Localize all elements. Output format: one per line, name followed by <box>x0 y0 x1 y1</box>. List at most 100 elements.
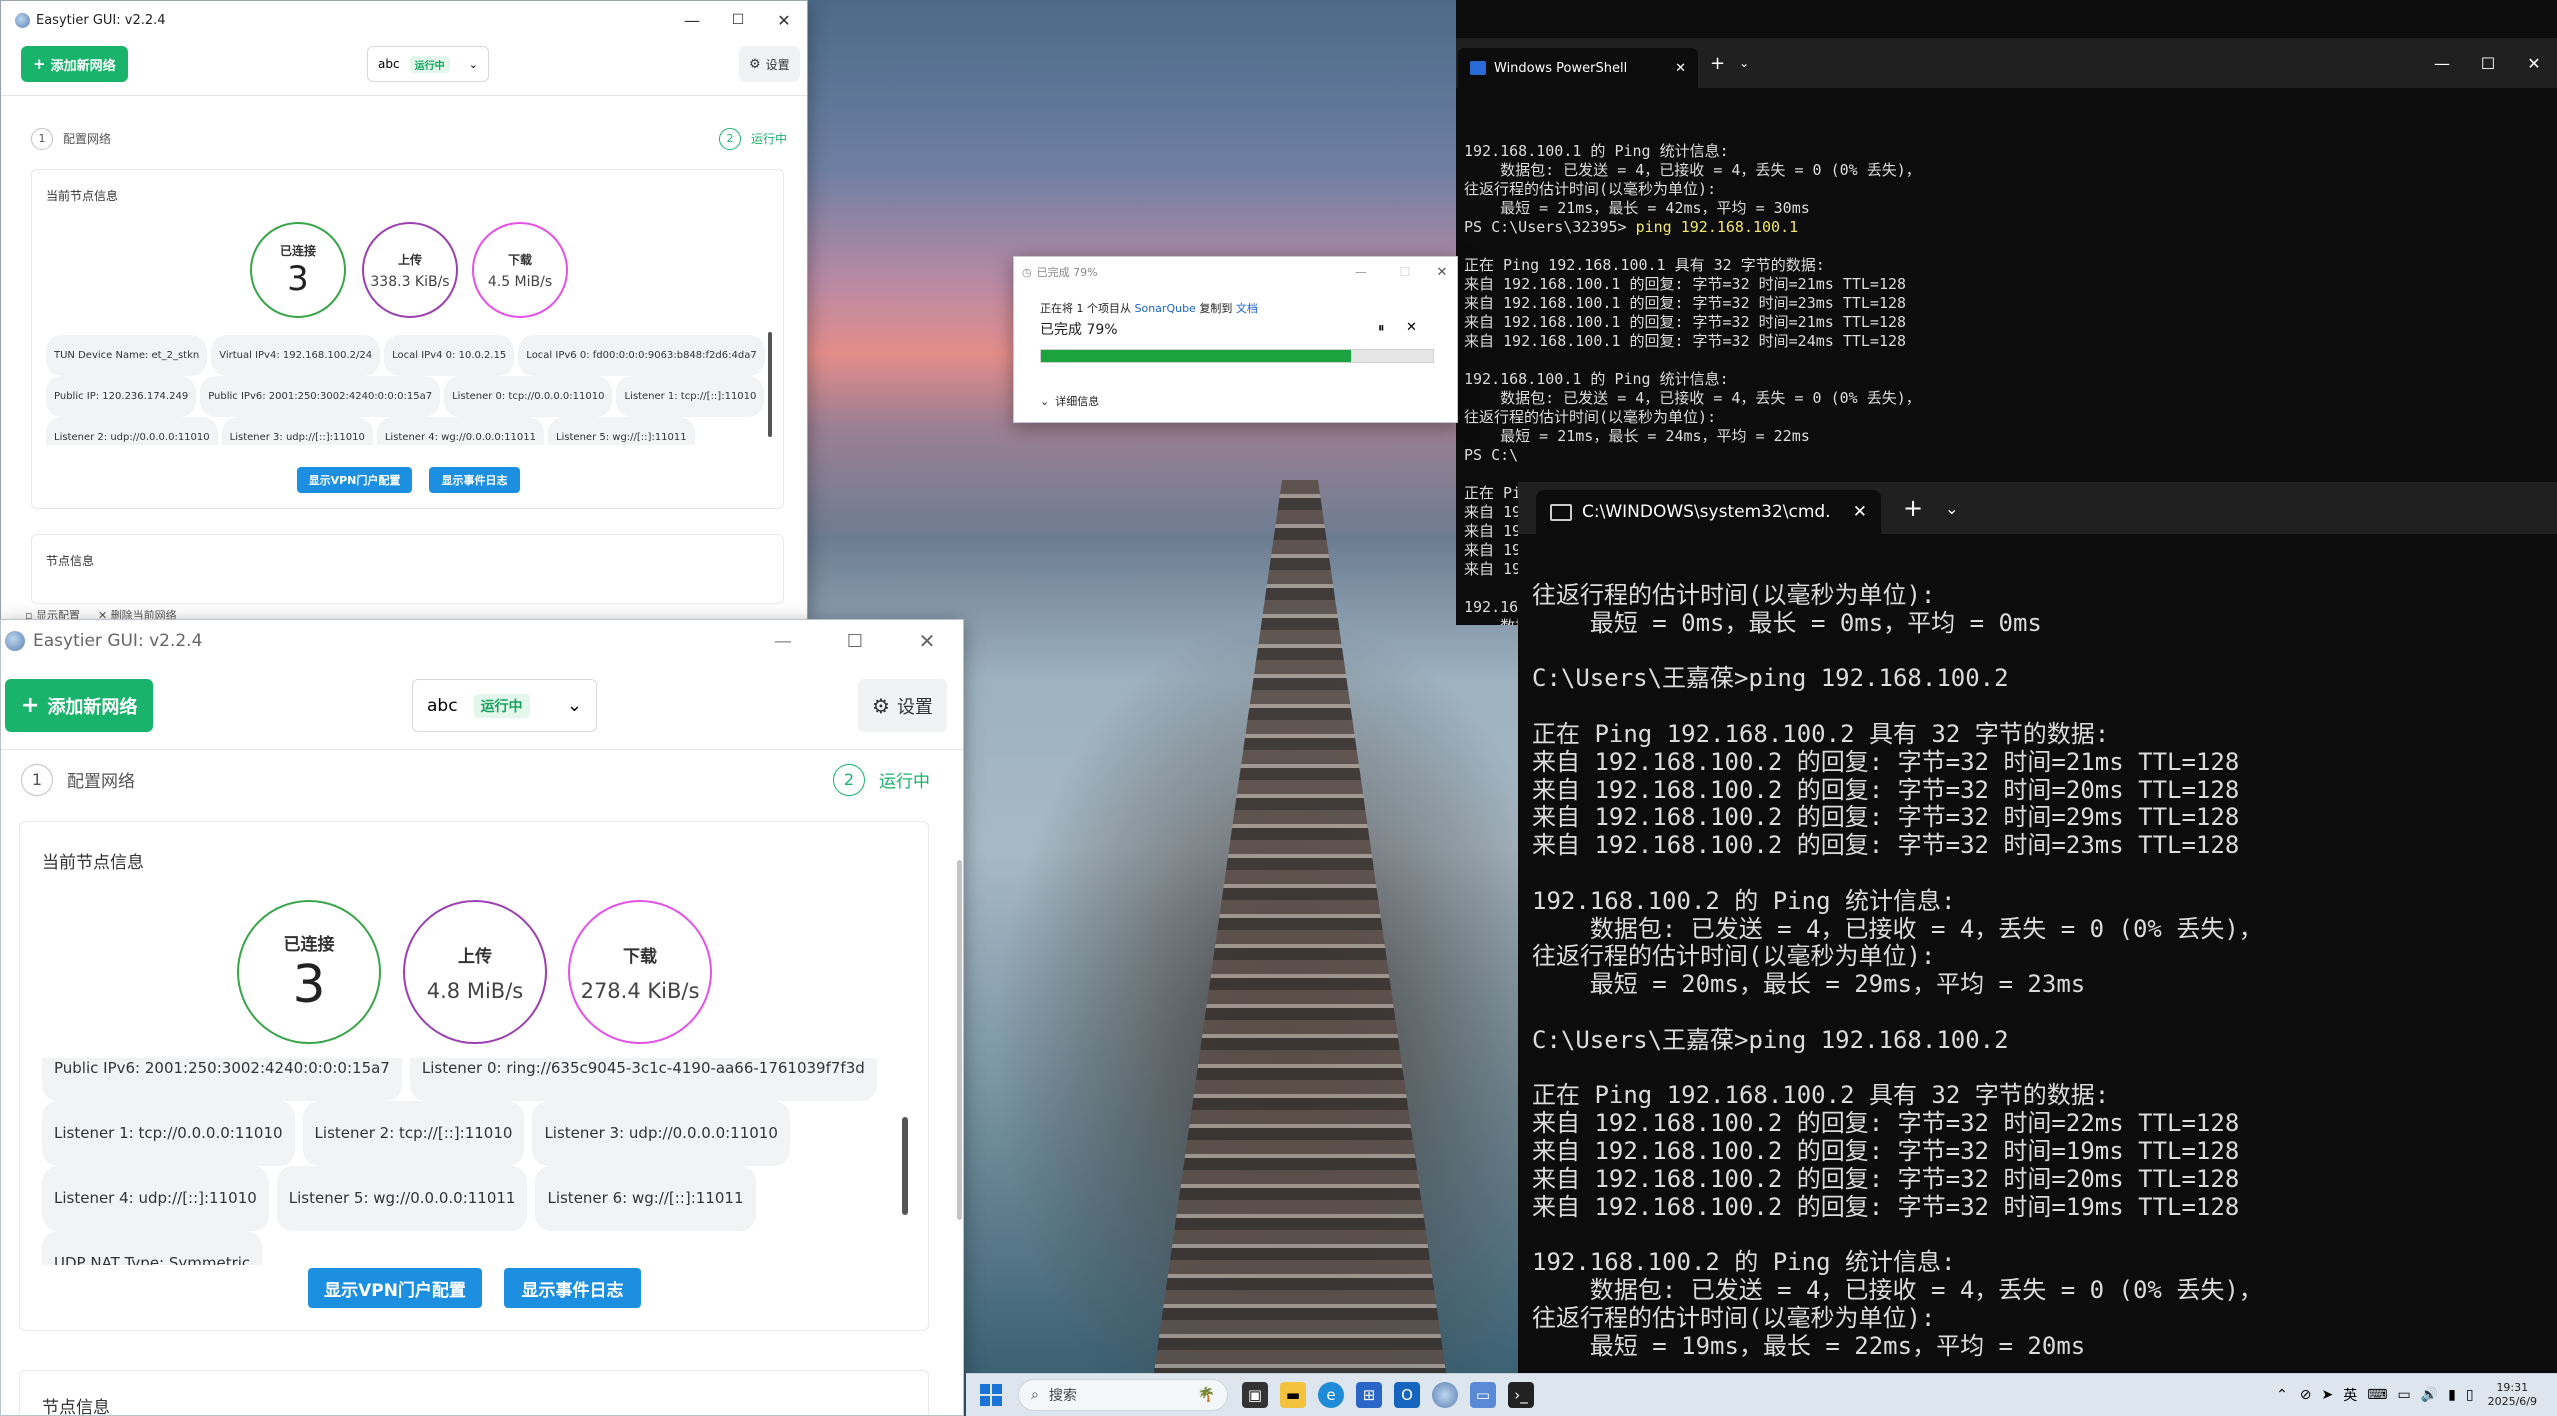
file-explorer-icon[interactable]: ▬ <box>1280 1382 1306 1408</box>
chip-udp-nat-type: UDP NAT Type: Symmetric <box>42 1231 263 1265</box>
settings-button[interactable]: ⚙ 设置 <box>858 679 947 732</box>
chip-virtual-ipv4: Virtual IPv4: 192.168.100.2/24 <box>211 335 381 376</box>
terminal-icon[interactable]: ›_ <box>1508 1382 1534 1408</box>
tray-send-icon[interactable]: ➤ <box>2322 1387 2334 1403</box>
task-view-icon[interactable]: ▣ <box>1242 1382 1268 1408</box>
step-configure-network[interactable]: 1 配置网络 <box>21 763 135 796</box>
start-windows-icon[interactable] <box>980 1384 1002 1406</box>
chip-public-ipv6: Public IPv6: 2001:250:3002:4240:0:0:0:15… <box>200 376 441 417</box>
cmd-tab[interactable]: C:\WINDOWS\system32\cmd. ✕ <box>1536 490 1881 534</box>
add-network-button[interactable]: + 添加新网络 <box>5 679 154 732</box>
dialog-title: 已完成 79% <box>1036 266 1098 279</box>
chip-local-ipv4: Local IPv4 0: 10.0.2.15 <box>384 335 515 376</box>
show-event-log-button[interactable]: 显示事件日志 <box>429 467 520 493</box>
cmd-icon <box>1550 503 1572 521</box>
outlook-icon[interactable]: O <box>1394 1382 1420 1408</box>
edge-browser-icon[interactable]: e <box>1318 1382 1344 1408</box>
terminal-line: 正在 Ping 192.168.100.2 具有 32 字节的数据: <box>1532 1081 2110 1110</box>
copy-progress-fill <box>1041 350 1351 362</box>
ime-indicator[interactable]: 英 <box>2343 1385 2357 1405</box>
stat-label: 已连接 <box>283 934 335 955</box>
copy-description: 正在将 1 个项目从 SonarQube 复制到 文档 <box>1040 300 1258 316</box>
stat-value: 3 <box>287 258 309 299</box>
tab-dropdown-icon[interactable]: ⌄ <box>1739 56 1749 70</box>
easytier-taskbar-icon[interactable] <box>1432 1382 1458 1408</box>
cmd-window[interactable]: C:\WINDOWS\system32\cmd. ✕ + ⌄ 往返行程的估计时间… <box>1518 444 2557 1373</box>
title-bar[interactable]: Easytier GUI: v2.2.4 — ☐ ✕ <box>1 620 963 662</box>
new-tab-icon[interactable]: + <box>1903 494 1923 522</box>
close-icon[interactable]: ✕ <box>891 620 963 662</box>
step-label: 运行中 <box>750 132 787 146</box>
minimize-icon[interactable]: — <box>1339 257 1383 287</box>
close-icon[interactable]: ✕ <box>2511 54 2557 73</box>
chips-scrollbar[interactable] <box>768 332 772 437</box>
show-vpn-portal-button[interactable]: 显示VPN门户配置 <box>297 467 412 493</box>
step-running[interactable]: 2 运行中 <box>833 763 930 796</box>
minimize-icon[interactable]: — <box>2419 54 2465 73</box>
stat-label: 下载 <box>623 946 657 967</box>
minimize-icon[interactable]: — <box>669 1 715 39</box>
copy-progress-dialog[interactable]: ◷ 已完成 79% — ☐ ✕ 正在将 1 个项目从 SonarQube 复制到… <box>1013 256 1458 423</box>
terminal-line: C:\Users\王嘉葆>ping 192.168.100.2 <box>1532 1025 2009 1054</box>
stat-connected: 已连接 3 <box>237 900 381 1044</box>
terminal-line: 最短 = 0ms，最长 = 0ms，平均 = 0ms <box>1532 608 2042 637</box>
powershell-tab-bar[interactable]: Windows PowerShell ✕ + ⌄ — ☐ ✕ <box>1456 38 2557 88</box>
tray-battery-icon[interactable]: ▮ <box>2448 1387 2456 1403</box>
network-select[interactable]: abc 运行中 ⌄ <box>412 679 597 732</box>
cancel-copy-icon[interactable]: ✕ <box>1406 320 1417 335</box>
terminal-line: 正在 Ping 192.168.100.1 具有 32 字节的数据: <box>1464 256 1825 274</box>
step-running[interactable]: 2 运行中 <box>718 127 787 150</box>
maximize-icon[interactable]: ☐ <box>1383 257 1427 287</box>
dialog-title-bar[interactable]: ◷ 已完成 79% — ☐ ✕ <box>1014 257 1457 287</box>
tray-vpn-icon[interactable]: ⊘ <box>2300 1387 2312 1403</box>
pause-icon[interactable]: ⏸ <box>1378 321 1385 336</box>
tray-keyboard-icon[interactable]: ⌨ <box>2367 1387 2387 1403</box>
step-configure-network[interactable]: 1 配置网络 <box>31 127 111 150</box>
new-tab-icon[interactable]: + <box>1710 53 1725 74</box>
maximize-icon[interactable]: ☐ <box>715 1 761 39</box>
stat-label: 已连接 <box>279 243 316 258</box>
easytier-window-small[interactable]: Easytier GUI: v2.2.4 — ☐ ✕ + 添加新网络 abc 运… <box>0 0 808 625</box>
easytier-window-main[interactable]: Easytier GUI: v2.2.4 — ☐ ✕ + 添加新网络 abc 运… <box>0 619 964 1416</box>
maximize-icon[interactable]: ☐ <box>2465 54 2511 73</box>
copy-dest-link[interactable]: 文档 <box>1236 302 1258 315</box>
title-bar[interactable]: Easytier GUI: v2.2.4 — ☐ ✕ <box>1 1 807 39</box>
steps-bar: 1 配置网络 2 运行中 <box>1 749 963 809</box>
close-tab-icon[interactable]: ✕ <box>1853 502 1867 522</box>
cmd-tab-bar[interactable]: C:\WINDOWS\system32\cmd. ✕ + ⌄ <box>1518 482 2557 534</box>
terminal-line: 正在 Ping 192.168.100.2 具有 32 字节的数据: <box>1532 719 2110 748</box>
add-network-button[interactable]: + 添加新网络 <box>21 46 128 82</box>
show-event-log-button[interactable]: 显示事件日志 <box>504 1268 641 1308</box>
tray-volume-icon[interactable]: 🔊 <box>2421 1387 2438 1403</box>
tray-network-icon[interactable]: ▭ <box>2397 1387 2410 1403</box>
remote-desktop-icon[interactable]: ▭ <box>1470 1382 1496 1408</box>
chips-scrollbar[interactable] <box>902 1117 908 1215</box>
close-tab-icon[interactable]: ✕ <box>1675 61 1686 76</box>
copy-folder-icon: ◷ <box>1022 265 1032 279</box>
minimize-icon[interactable]: — <box>747 620 819 662</box>
copy-source-link[interactable]: SonarQube <box>1135 302 1196 315</box>
taskbar-search[interactable]: ⌕ 搜索 🌴 <box>1018 1379 1228 1411</box>
add-network-label: 添加新网络 <box>47 696 138 718</box>
tab-dropdown-icon[interactable]: ⌄ <box>1945 499 1958 518</box>
stat-value: 3 <box>292 954 326 1015</box>
settings-button[interactable]: ⚙ 设置 <box>739 46 800 82</box>
window-scrollbar[interactable] <box>957 860 962 1220</box>
close-icon[interactable]: ✕ <box>1427 257 1457 287</box>
maximize-icon[interactable]: ☐ <box>819 620 891 662</box>
chip-local-ipv6: Local IPv6 0: fd00:0:0:0:9063:b848:f2d6:… <box>518 335 765 376</box>
tray-display-icon[interactable]: ▯ <box>2466 1387 2474 1403</box>
details-toggle[interactable]: ⌄ 详细信息 <box>1040 393 1099 409</box>
close-icon[interactable]: ✕ <box>761 1 807 39</box>
network-select[interactable]: abc 运行中 ⌄ <box>367 46 489 82</box>
cmd-output[interactable]: 往返行程的估计时间(以毫秒为单位): 最短 = 0ms，最长 = 0ms，平均 … <box>1518 572 2557 1373</box>
tray-chevron-up-icon[interactable]: ⌃ <box>2276 1387 2288 1403</box>
store-icon[interactable]: ⊞ <box>1356 1382 1382 1408</box>
show-vpn-portal-button[interactable]: 显示VPN门户配置 <box>308 1268 482 1308</box>
chevron-down-icon: ⌄ <box>1040 394 1050 408</box>
powershell-tab[interactable]: Windows PowerShell ✕ <box>1458 48 1698 88</box>
powershell-icon <box>1470 61 1486 75</box>
taskbar-clock[interactable]: 19:31 2025/6/9 <box>2488 1381 2537 1409</box>
